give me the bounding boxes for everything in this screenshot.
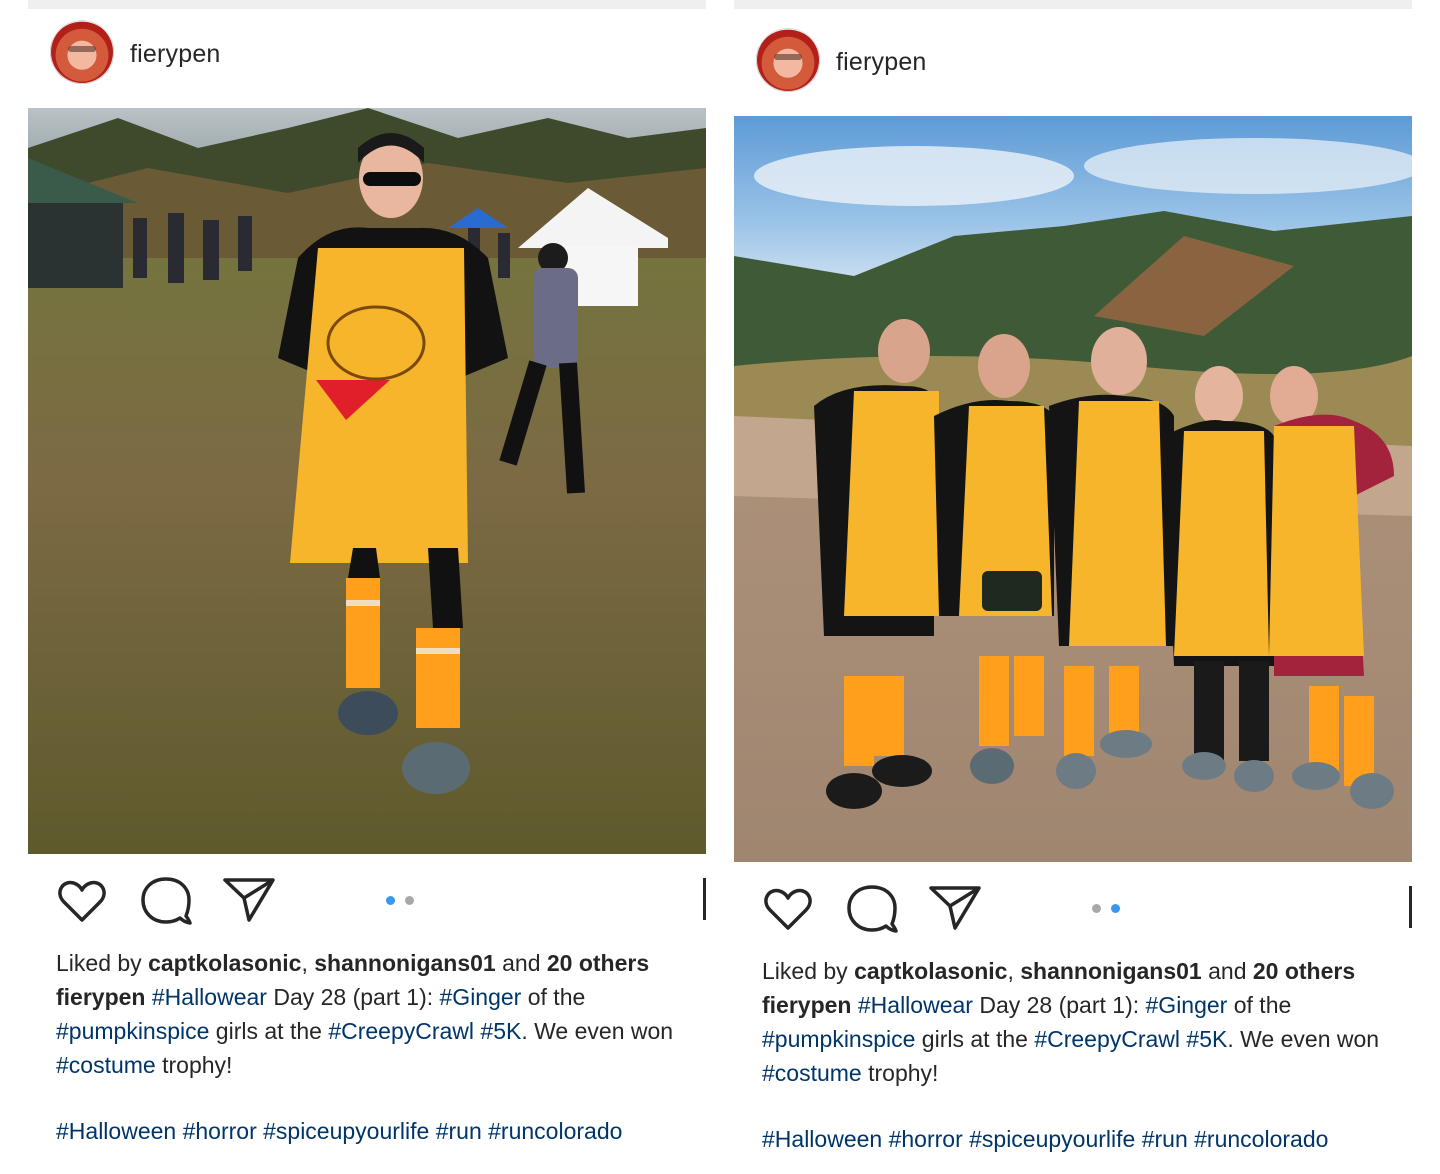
carousel-indicator — [1090, 902, 1130, 916]
likes-count-link[interactable]: 20 others — [1253, 958, 1355, 984]
carousel-dot — [1092, 904, 1101, 913]
save-icon[interactable] — [1409, 886, 1412, 928]
caption-text: Day 28 (part 1): — [972, 992, 1146, 1018]
likes-count-link[interactable]: 20 others — [547, 950, 649, 976]
post-caption: Liked by captkolasonic, shannonigans01 a… — [762, 954, 1422, 1156]
caption-text: trophy! — [155, 1052, 233, 1078]
and-text: and — [1201, 958, 1253, 984]
avatar[interactable] — [50, 20, 114, 84]
caption-text: . We even won — [1227, 1026, 1380, 1052]
heart-icon[interactable] — [762, 884, 814, 937]
hashtag-link[interactable]: #5K — [480, 1018, 521, 1044]
previous-post-edge — [28, 0, 706, 9]
hashtags-line[interactable]: #Halloween #horror #spiceupyourlife #run… — [56, 1114, 716, 1148]
caption-line: #costume trophy! — [56, 1048, 716, 1082]
caption-text: Day 28 (part 1): — [266, 984, 440, 1010]
caption-line: #pumpkinspice girls at the #CreepyCrawl … — [762, 1022, 1422, 1056]
caption-text: of the — [521, 984, 586, 1010]
post-actions — [28, 870, 706, 940]
carousel-dot — [1111, 904, 1120, 913]
liked-user-link[interactable]: captkolasonic — [148, 950, 301, 976]
hashtag-link[interactable]: #Ginger — [1146, 992, 1228, 1018]
post-actions — [734, 878, 1412, 948]
hashtags-line[interactable]: #Halloween #horror #spiceupyourlife #run… — [762, 1122, 1422, 1156]
likes-line: Liked by captkolasonic, shannonigans01 a… — [762, 954, 1422, 988]
share-icon[interactable] — [928, 884, 982, 937]
carousel-dot — [386, 896, 395, 905]
save-icon[interactable] — [703, 878, 706, 920]
liked-user-link[interactable]: shannonigans01 — [1020, 958, 1201, 984]
carousel-dot — [405, 896, 414, 905]
comment-icon[interactable] — [846, 884, 898, 939]
post-photo[interactable] — [734, 116, 1412, 862]
caption-line: #pumpkinspice girls at the #CreepyCrawl … — [56, 1014, 716, 1048]
post-username[interactable]: fierypen — [130, 40, 221, 69]
hashtag-link[interactable]: #CreepyCrawl — [328, 1018, 474, 1044]
caption-text: trophy! — [861, 1060, 939, 1086]
hashtag-link[interactable]: #Ginger — [440, 984, 522, 1010]
likes-line: Liked by captkolasonic, shannonigans01 a… — [56, 946, 716, 980]
hashtag-link[interactable]: #Hallowear — [152, 984, 267, 1010]
caption-line: #costume trophy! — [762, 1056, 1422, 1090]
liked-user-link[interactable]: shannonigans01 — [314, 950, 495, 976]
liked-by-label: Liked by — [56, 950, 149, 976]
post-header: fierypen — [28, 20, 706, 90]
post-username[interactable]: fierypen — [836, 48, 927, 77]
hashtag-link[interactable]: #5K — [1186, 1026, 1227, 1052]
post-card: fierypen Liked by captkolasonic, shannon… — [734, 0, 1412, 1174]
caption-text: of the — [1227, 992, 1292, 1018]
caption-text: . We even won — [521, 1018, 674, 1044]
comment-icon[interactable] — [140, 876, 192, 931]
caption-username[interactable]: fierypen — [56, 984, 145, 1010]
post-photo[interactable] — [28, 108, 706, 854]
hashtag-link[interactable]: #pumpkinspice — [762, 1026, 915, 1052]
post-header: fierypen — [734, 28, 1412, 98]
post-caption: Liked by captkolasonic, shannonigans01 a… — [56, 946, 716, 1148]
carousel-indicator — [384, 894, 424, 908]
hashtag-link[interactable]: #costume — [762, 1060, 862, 1086]
caption-line: fierypen #Hallowear Day 28 (part 1): #Gi… — [56, 980, 716, 1014]
share-icon[interactable] — [222, 876, 276, 929]
caption-username[interactable]: fierypen — [762, 992, 851, 1018]
caption-line: fierypen #Hallowear Day 28 (part 1): #Gi… — [762, 988, 1422, 1022]
separator: , — [301, 950, 315, 976]
hashtag-link[interactable]: #Hallowear — [858, 992, 973, 1018]
caption-text: girls at the — [915, 1026, 1035, 1052]
heart-icon[interactable] — [56, 876, 108, 929]
separator: , — [1007, 958, 1021, 984]
hashtag-link[interactable]: #costume — [56, 1052, 156, 1078]
liked-by-label: Liked by — [762, 958, 855, 984]
caption-text: girls at the — [209, 1018, 329, 1044]
and-text: and — [495, 950, 547, 976]
previous-post-edge — [734, 0, 1412, 9]
avatar[interactable] — [756, 28, 820, 92]
liked-user-link[interactable]: captkolasonic — [854, 958, 1007, 984]
post-card: fierypen Liked by captkolasonic, shannon… — [28, 0, 706, 1166]
hashtag-link[interactable]: #CreepyCrawl — [1034, 1026, 1180, 1052]
hashtag-link[interactable]: #pumpkinspice — [56, 1018, 209, 1044]
